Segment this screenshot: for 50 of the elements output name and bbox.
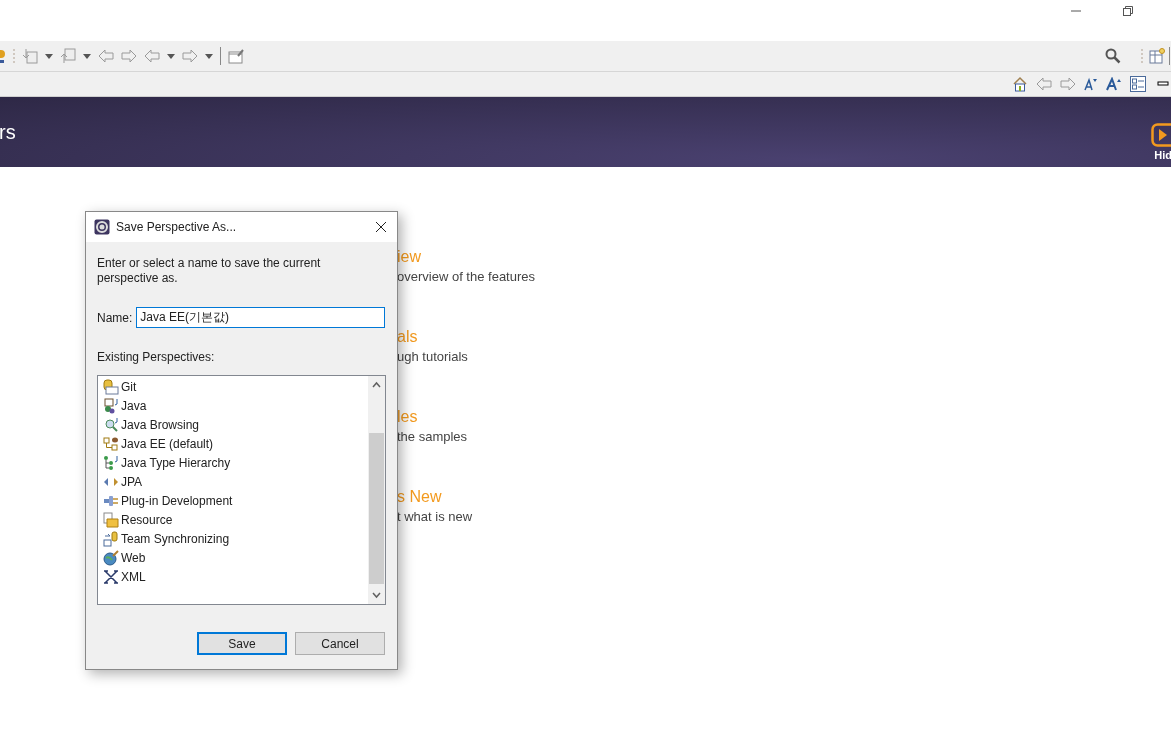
package-icon	[103, 397, 119, 414]
search-icon[interactable]	[1105, 48, 1121, 64]
scrollbar[interactable]	[368, 376, 385, 604]
perspective-item[interactable]: Resource	[103, 510, 368, 529]
perspective-item[interactable]: Java Type Hierarchy	[103, 453, 368, 472]
welcome-description: overview of the features	[397, 268, 537, 286]
app-icon	[94, 219, 110, 235]
hide-label[interactable]: Hid	[1154, 150, 1171, 161]
play-icon[interactable]	[1151, 123, 1171, 147]
cylinder-tag-icon	[103, 378, 119, 395]
window-pencil-icon[interactable]	[228, 48, 245, 64]
name-field[interactable]: Java EE(기본값)	[136, 307, 386, 328]
perspective-item[interactable]: Java	[103, 396, 368, 415]
caret-icon[interactable]	[83, 53, 91, 59]
open-perspective-icon[interactable]	[1149, 48, 1165, 64]
cancel-button[interactable]: Cancel	[295, 632, 385, 655]
banner-title: rs	[0, 120, 16, 145]
save-button[interactable]: Save	[197, 632, 287, 655]
perspective-item[interactable]: Team Synchronizing	[103, 529, 368, 548]
increase-font-icon[interactable]	[1106, 77, 1122, 91]
folder-icon	[103, 511, 119, 528]
perspective-item[interactable]: Java Browsing	[103, 415, 368, 434]
hierarchy-icon	[103, 435, 119, 452]
scroll-thumb[interactable]	[369, 433, 384, 584]
globe-icon	[103, 549, 119, 566]
magnifier-icon	[103, 416, 119, 433]
list-label: Existing Perspectives:	[97, 349, 216, 366]
sync-icon	[103, 530, 119, 547]
dialog-title: Save Perspective As...	[116, 219, 238, 236]
welcome-description: ugh tutorials	[397, 348, 469, 366]
close-icon[interactable]	[375, 221, 387, 233]
home-icon[interactable]	[1012, 76, 1028, 92]
x-icon	[103, 568, 119, 585]
perspective-item[interactable]: Web	[103, 548, 368, 567]
perspective-item[interactable]: Plug-in Development	[103, 491, 368, 510]
name-label: Name:	[97, 309, 133, 327]
welcome-description: the samples	[397, 428, 469, 446]
dialog-message: Enter or select a name to save the current perspective as.	[97, 256, 322, 286]
caret-icon[interactable]	[45, 53, 53, 59]
caret-icon[interactable]	[167, 53, 175, 59]
minimize-icon[interactable]	[1157, 81, 1169, 87]
perspective-item[interactable]: XML	[103, 567, 368, 586]
caret-icon[interactable]	[205, 53, 213, 59]
decrease-font-icon[interactable]	[1084, 77, 1098, 91]
perspective-item[interactable]: JPA	[103, 472, 368, 491]
perspective-item[interactable]: Java EE (default)	[103, 434, 368, 453]
tree-icon	[103, 454, 119, 471]
restore-icon[interactable]	[1122, 6, 1134, 16]
checklist-icon[interactable]	[1130, 76, 1146, 92]
perspective-item[interactable]: Git	[103, 377, 368, 396]
